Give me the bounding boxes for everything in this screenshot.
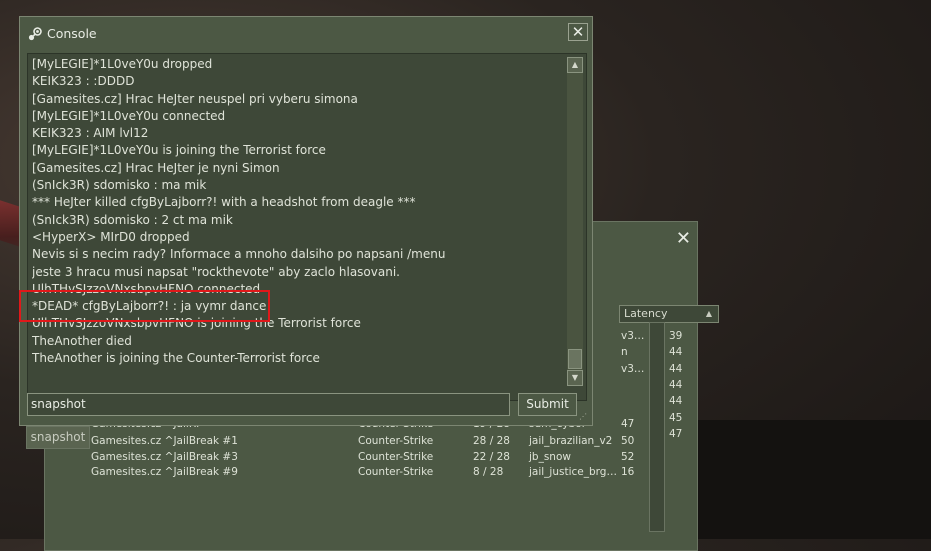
latency-cell: 47: [621, 418, 635, 430]
players-cell: 22 / 28: [473, 450, 510, 463]
log-line: [MyLEGIE]*1L0veY0u connected: [32, 108, 226, 123]
map-cell: jail_justice_brg…: [529, 466, 617, 478]
map-cell: jail_brazilian_v2: [529, 435, 613, 447]
log-line: jeste 3 hracu musi napsat "rockthevote" …: [32, 264, 400, 279]
log-line: KEIK323 : :DDDD: [32, 74, 135, 89]
name-cell: Gamesites.cz ^JailBreak #3: [91, 450, 238, 463]
steam-logo-icon: [28, 26, 42, 40]
map-cell: jb_snow: [529, 450, 571, 463]
sort-up-icon: ▲: [705, 309, 712, 318]
map-cell: n: [621, 346, 628, 359]
map-cell: v3…: [621, 362, 645, 375]
submit-button[interactable]: Submit: [518, 393, 577, 416]
log-line: [Gamesites.cz] Hrac HeJter neuspel pri v…: [32, 91, 358, 106]
console-title-bar: Console: [28, 26, 97, 41]
command-input[interactable]: snapshot: [27, 393, 510, 416]
log-line: *** HeJter killed cfgByLajborr?! with a …: [32, 195, 416, 210]
log-line: (SnIck3R) sdomisko : 2 ct ma mik: [32, 212, 233, 227]
table-row[interactable]: Gamesites.cz ^JailBreak #9 Counter-Strike…: [91, 465, 691, 480]
log-line: TheAnother died: [32, 333, 132, 348]
log-line: <HyperX> MIrD0 dropped: [32, 229, 190, 244]
log-line: TheAnother is joining the Counter-Terror…: [32, 351, 320, 366]
scroll-thumb[interactable]: [568, 349, 582, 369]
latency-cell: 44: [669, 346, 683, 359]
latency-column-header[interactable]: Latency ▲: [619, 305, 719, 323]
server-list-scrollbar[interactable]: [649, 322, 665, 532]
players-cell: 28 / 28: [473, 435, 510, 447]
highlight-box: [19, 290, 270, 322]
log-line: [MyLEGIE]*1L0veY0u dropped: [32, 57, 213, 71]
log-line: KEIK323 : AIM lvl12: [32, 126, 149, 141]
game-cell: Counter-Strike: [358, 450, 434, 463]
console-log[interactable]: [MyLEGIE]*1L0veY0u dropped KEIK323 : :DDD…: [27, 53, 587, 401]
log-line: [Gamesites.cz] Hrac HeJter je nyni Simon: [32, 160, 280, 175]
name-cell: Gamesites.cz ^JailBreak #1: [91, 435, 238, 447]
console-title: Console: [47, 26, 97, 41]
scroll-up-icon[interactable]: ▲: [567, 57, 583, 73]
log-scrollbar[interactable]: ▲ ▼: [567, 57, 583, 386]
latency-cell: 44: [669, 362, 683, 375]
log-line: Nevis si s necim rady? Informace a mnoho…: [32, 247, 446, 262]
game-cell: Counter-Strike: [358, 435, 434, 447]
game-cell: Counter-Strike: [358, 466, 434, 478]
log-line: [MyLEGIE]*1L0veY0u is joining the Terror…: [32, 143, 326, 158]
console-window: Console ✕ [MyLEGIE]*1L0veY0u dropped KEIK…: [19, 16, 593, 426]
table-row[interactable]: Gamesites.cz ^JailBreak #3 Counter-Strike…: [91, 450, 691, 465]
log-line: (SnIck3R) sdomisko : ma mik: [32, 178, 207, 193]
latency-cell: 39: [669, 330, 683, 342]
latency-cell: 52: [621, 450, 635, 463]
latency-cell: 16: [621, 466, 635, 478]
console-close-icon[interactable]: ✕: [568, 23, 588, 41]
name-cell: Gamesites.cz ^JailBreak #9: [91, 466, 238, 478]
resize-grip-icon[interactable]: ⋰: [579, 412, 587, 421]
latency-header-label: Latency: [624, 307, 668, 320]
scroll-down-icon[interactable]: ▼: [567, 370, 583, 386]
players-cell: 8 / 28: [473, 466, 504, 478]
latency-cell: 44: [669, 395, 683, 408]
table-row[interactable]: Gamesites.cz ^JailBreak #1 Counter-Strike…: [91, 434, 691, 449]
map-cell: v3…: [621, 330, 645, 342]
browser-close-icon[interactable]: ✕: [676, 230, 691, 248]
latency-cell: 44: [669, 378, 683, 391]
autocomplete-suggestion[interactable]: snapshot: [26, 426, 90, 449]
latency-cell: 50: [621, 435, 635, 447]
